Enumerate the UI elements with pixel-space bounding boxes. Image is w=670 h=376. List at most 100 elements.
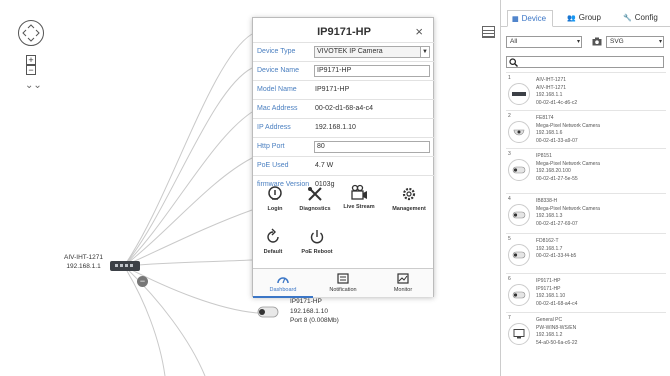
device-type-value: VIVOTEK IP Camera — [317, 48, 383, 55]
device-ip: 192.168.1.10 — [536, 293, 566, 299]
device-model: AIV-IHT-1271 — [536, 84, 567, 91]
tab-monitor-label: Monitor — [393, 287, 413, 293]
list-item[interactable]: 6 IP9171-HP IP9171-HP 192.168.1.10 00-02… — [506, 273, 666, 310]
chevron-down-icon: ▾ — [576, 39, 580, 45]
model-name-row: Model Name IP9171-HP — [253, 80, 435, 99]
tab-config-label: Config — [634, 13, 658, 22]
tab-notification-label: Notification — [329, 287, 357, 293]
tab-config[interactable]: 🔧 Config — [619, 10, 667, 27]
tools-icon — [308, 187, 322, 201]
list-item[interactable]: 7 General PC PW-WIN8-WS/EN 192.168.1.2 5… — [506, 312, 666, 349]
device-type-label: Device Type — [257, 48, 296, 55]
http-port-row: Http Port 80 — [253, 137, 435, 156]
chevron-down-icon: ▼ — [420, 47, 429, 57]
model-name-label: Model Name — [257, 86, 297, 93]
device-name: IP8151 — [536, 153, 552, 159]
zoom-out-button[interactable]: − — [26, 65, 36, 75]
close-icon[interactable]: × — [415, 24, 423, 39]
login-button[interactable]: Login — [255, 185, 295, 212]
bullet-camera-icon — [508, 204, 530, 226]
management-button[interactable]: Management — [389, 185, 429, 212]
tab-dashboard-label: Dashboard — [269, 287, 297, 293]
ip-address-value: 192.168.1.10 — [315, 124, 356, 131]
bullet-camera-icon — [508, 159, 530, 181]
bullet-camera-icon — [508, 284, 530, 306]
pan-arrows-icon[interactable] — [18, 20, 44, 46]
camera-node-port: Port 8 (0.008Mb) — [290, 317, 339, 324]
chevron-down-icon: ▾ — [658, 39, 662, 45]
device-name-label: Device Name — [257, 67, 300, 74]
switch-node-icon[interactable] — [110, 261, 140, 271]
root-node-name: AIV-IHT-1271 — [64, 254, 104, 261]
tab-monitor[interactable]: Monitor — [373, 269, 433, 298]
device-type-select[interactable]: VIVOTEK IP Camera ▼ — [314, 46, 430, 58]
dashboard-icon — [277, 277, 289, 284]
filter-select[interactable]: All ▾ — [506, 36, 582, 48]
table-view-icon[interactable] — [482, 26, 495, 38]
device-name: General PC — [536, 317, 563, 323]
export-format-value: SVG — [610, 38, 624, 45]
list-item-number: 3 — [508, 151, 511, 157]
pc-icon — [508, 323, 530, 345]
diagnostics-button[interactable]: Diagnostics — [295, 185, 335, 212]
device-mac: 00-02-d1-33-f4-b5 — [536, 253, 577, 259]
list-item[interactable]: 5 FD8162-T 192.168.1.7 00-02-d1-33-f4-b5 — [506, 233, 666, 270]
search-icon — [509, 58, 518, 67]
poe-used-value: 4.7 W — [315, 162, 334, 169]
list-item-number: 5 — [508, 236, 511, 242]
list-item[interactable]: 3 IP8151 Mega-Pixel Network Camera 192.1… — [506, 148, 666, 185]
poe-reboot-button[interactable]: PoE Reboot — [297, 228, 337, 255]
mac-address-row: Mac Address 00-02-d1-68-a4-c4 — [253, 99, 435, 118]
device-name: IP9171-HP — [536, 278, 561, 284]
export-format-select[interactable]: SVG ▾ — [606, 36, 664, 48]
default-label: Default — [263, 249, 283, 255]
search-input[interactable] — [506, 56, 664, 68]
list-item-details: FD8162-T 192.168.1.7 00-02-d1-33-f4-b5 — [536, 238, 576, 261]
device-name-field[interactable]: IP9171-HP — [314, 65, 430, 77]
device-ip: 192.168.20.100 — [536, 168, 571, 174]
tab-notification[interactable]: Notification — [313, 269, 373, 298]
list-item[interactable]: 1 AIV-IHT-1271 AIV-IHT-1271 192.168.1.1 … — [506, 72, 666, 109]
dome-camera-icon — [508, 121, 530, 143]
wrench-icon: 🔧 — [623, 15, 632, 22]
pan-control[interactable] — [18, 20, 44, 46]
panel-tab-bar: ▦ Device 👥 Group 🔧 Config — [501, 10, 670, 27]
mac-address-value: 00-02-d1-68-a4-c4 — [315, 105, 373, 112]
device-model: Mega-Pixel Network Camera — [536, 160, 600, 167]
zoom-in-button[interactable]: + — [26, 55, 36, 65]
device-model: PW-WIN8-WS/EN — [536, 324, 577, 331]
device-mac: 00-02-d1-4c-d6-c2 — [536, 99, 578, 106]
device-ip: 192.168.1.2 — [536, 332, 563, 338]
poe-used-label: PoE Used — [257, 162, 289, 169]
live-stream-button[interactable]: Live Stream — [339, 183, 379, 210]
monitor-icon — [397, 273, 409, 284]
device-name: FD8162-T — [536, 238, 559, 244]
diagnostics-label: Diagnostics — [299, 206, 331, 212]
collapse-node-button[interactable]: − — [137, 276, 148, 287]
tab-dashboard[interactable]: Dashboard — [253, 269, 313, 298]
list-item-number: 4 — [508, 196, 511, 202]
expand-chevron-icon[interactable]: ⌄⌄ — [25, 80, 42, 91]
device-model: Mega-Pixel Network Camera — [536, 122, 600, 129]
snapshot-camera-icon[interactable] — [592, 37, 602, 46]
list-item-number: 1 — [508, 75, 511, 81]
tab-device-label: Device — [521, 14, 547, 23]
login-label: Login — [267, 206, 283, 212]
bullet-camera-icon — [508, 244, 530, 266]
tab-device[interactable]: ▦ Device — [507, 10, 553, 27]
device-type-row: Device Type VIVOTEK IP Camera ▼ — [253, 42, 435, 61]
mac-address-label: Mac Address — [257, 105, 298, 112]
list-item[interactable]: 2 FE8174 Mega-Pixel Network Camera 192.1… — [506, 110, 666, 147]
http-port-field[interactable]: 80 — [314, 141, 430, 153]
device-mac: 00-02-d1-27-69-07 — [536, 220, 578, 227]
default-button[interactable]: Default — [253, 228, 293, 255]
switch-icon — [508, 83, 530, 105]
reset-icon — [267, 228, 279, 243]
device-detail-popup: IP9171-HP × Device Type VIVOTEK IP Camer… — [252, 17, 435, 298]
poe-used-row: PoE Used 4.7 W — [253, 156, 435, 175]
device-mac: 54-a0-50-6a-c6-22 — [536, 339, 578, 346]
list-item[interactable]: 4 IB8338-H Mega-Pixel Network Camera 192… — [506, 193, 666, 230]
popup-title: IP9171-HP — [317, 26, 371, 38]
tab-group[interactable]: 👥 Group — [563, 10, 611, 27]
camera-node-icon[interactable] — [256, 302, 284, 324]
